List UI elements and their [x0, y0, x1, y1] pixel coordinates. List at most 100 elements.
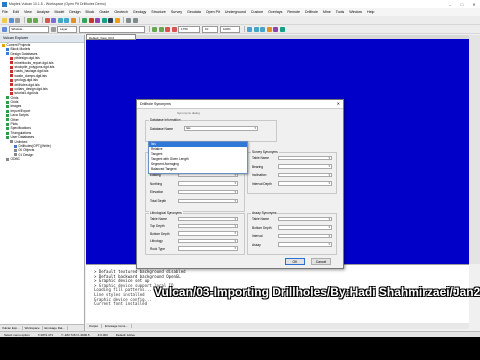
layer-icon[interactable] [51, 17, 56, 23]
light-icon[interactable] [266, 26, 272, 32]
minimize-button[interactable]: – [444, 2, 456, 7]
explorer-tab[interactable]: Envisage Dat... [43, 326, 68, 330]
section-icon[interactable] [108, 17, 113, 23]
menu-item-tools[interactable]: Tools [336, 10, 344, 14]
synonym-dropdown[interactable]: ▾ [178, 216, 238, 221]
folder-icon [14, 149, 17, 153]
field-label: Bottom Depth [252, 225, 272, 230]
line-icon[interactable] [165, 26, 170, 32]
delete-icon[interactable] [44, 17, 50, 23]
synonym-dropdown[interactable]: ▾ [278, 181, 332, 186]
dialog-close-button[interactable]: ✕ [337, 100, 340, 108]
measure-icon[interactable] [279, 26, 285, 32]
menu-item-file[interactable]: File [2, 10, 8, 14]
menu-item-analyse[interactable]: Analyse [37, 10, 50, 14]
ok-button[interactable]: OK [285, 258, 305, 265]
undo-icon[interactable] [26, 17, 32, 23]
grid-icon[interactable] [95, 17, 100, 23]
layer-select[interactable] [79, 25, 145, 33]
menu-item-block[interactable]: Block [86, 10, 95, 14]
window-select[interactable]: Window... [8, 25, 49, 33]
synonym-dropdown[interactable]: ▾ [178, 246, 238, 251]
chevron-down-icon: ▾ [234, 238, 236, 243]
menu-item-view[interactable]: View [24, 10, 32, 14]
menu-item-edit[interactable]: Edit [13, 10, 19, 14]
synonym-dropdown[interactable]: ▾ [278, 155, 332, 160]
vulcan-explorer-panel: Vulcan Explorer Current Projects Block Mo… [0, 35, 85, 331]
triangulation-icon[interactable] [88, 17, 94, 23]
help-icon[interactable] [132, 17, 138, 23]
polygon-icon[interactable] [171, 26, 177, 32]
synonym-dropdown[interactable]: ▾ [278, 216, 332, 221]
explorer-tab[interactable]: Vulcan Exp... [0, 326, 23, 330]
synonym-dropdown[interactable]: ▾ [178, 238, 238, 244]
maximize-button[interactable]: □ [456, 2, 468, 7]
synonym-dropdown[interactable]: ▾ [278, 233, 332, 239]
menu-item-survey[interactable]: Survey [171, 10, 182, 14]
menu-item-structure[interactable]: Structure [151, 10, 166, 14]
print-icon[interactable] [15, 17, 20, 23]
menu-item-help[interactable]: Help [367, 10, 374, 14]
pan-icon[interactable] [64, 17, 69, 23]
rotate-icon[interactable] [70, 17, 76, 23]
open-icon[interactable] [2, 17, 7, 23]
menu-item-custom[interactable]: Custom [251, 10, 263, 14]
chevron-down-icon: ▾ [234, 231, 236, 236]
synonym-dropdown[interactable]: ▾ [178, 181, 238, 186]
settings-icon[interactable] [126, 17, 131, 23]
console-tab[interactable]: Envisage Cons... [102, 324, 132, 328]
snap-field[interactable]: 10 [202, 25, 218, 33]
menu-item-underground[interactable]: Underground [225, 10, 246, 14]
folder-icon [14, 144, 17, 148]
explorer-tab[interactable]: Workspace [23, 326, 43, 330]
menu-item-window[interactable]: Window [349, 10, 362, 14]
database-name-dropdown[interactable]: Isis ▾ [184, 126, 258, 131]
point-icon[interactable] [158, 26, 164, 32]
dropdown-option[interactable]: Balanced Tangent [149, 167, 247, 172]
synonym-dropdown[interactable]: ▾ [278, 242, 332, 247]
redo-icon[interactable] [33, 17, 38, 23]
menu-item-geotech[interactable]: Geotech [114, 10, 128, 14]
view-side-icon[interactable] [260, 26, 265, 32]
synonym-dropdown[interactable]: ▾ [178, 223, 238, 229]
synonym-dropdown[interactable]: ▾ [178, 189, 238, 195]
cancel-button[interactable]: Cancel [311, 258, 331, 265]
menu-item-model[interactable]: Model [55, 10, 65, 14]
field-label: Interval [252, 234, 263, 239]
menu-item-remote[interactable]: Remote [287, 10, 300, 14]
model-icon[interactable] [101, 17, 107, 23]
menu-item-geology[interactable]: Geology [133, 10, 146, 14]
toolbar-divider [79, 17, 80, 23]
database-group-label: Database Information [149, 118, 182, 122]
synonym-dropdown[interactable]: ▾ [178, 231, 238, 236]
menu-item-grade[interactable]: Grade [99, 10, 109, 14]
drillhole-icon[interactable] [82, 17, 87, 23]
canvas-tab[interactable]: Default_View_00.0 [86, 34, 136, 40]
snap-icon[interactable] [50, 26, 56, 32]
close-window-button[interactable]: ✕ [468, 2, 480, 7]
synonym-dropdown[interactable]: ▾ [178, 198, 238, 203]
view-top-icon[interactable] [247, 26, 252, 32]
tree-item[interactable]: ODBC [0, 157, 84, 161]
toolbar-divider [244, 26, 245, 32]
zoom-icon[interactable] [57, 17, 63, 23]
highlight-icon[interactable] [114, 17, 120, 23]
menu-item-design[interactable]: Design [69, 10, 80, 14]
scale-field[interactable]: 1750 [178, 25, 200, 33]
menu-item-mine[interactable]: Mine [323, 10, 331, 14]
synonym-dropdown[interactable]: ▾ [278, 164, 332, 169]
save-icon[interactable] [8, 17, 14, 23]
console-tab[interactable]: Output [86, 324, 103, 328]
menu-item-geodata[interactable]: Geodata [187, 10, 201, 14]
menu-item-open-pit[interactable]: Open Pit [206, 10, 220, 14]
menu-item-overlays[interactable]: Overlays [268, 10, 282, 14]
window-icon[interactable] [2, 26, 7, 32]
folder-icon [6, 157, 9, 161]
menu-item-drillhole[interactable]: Drillhole [305, 10, 318, 14]
synonym-dropdown[interactable]: ▾ [278, 172, 332, 178]
digitise-icon[interactable] [152, 26, 157, 32]
zoom-percent-field[interactable]: 100% [220, 25, 240, 33]
colour-icon[interactable] [273, 26, 278, 32]
view-front-icon[interactable] [253, 26, 259, 32]
synonym-dropdown[interactable]: ▾ [278, 225, 332, 230]
